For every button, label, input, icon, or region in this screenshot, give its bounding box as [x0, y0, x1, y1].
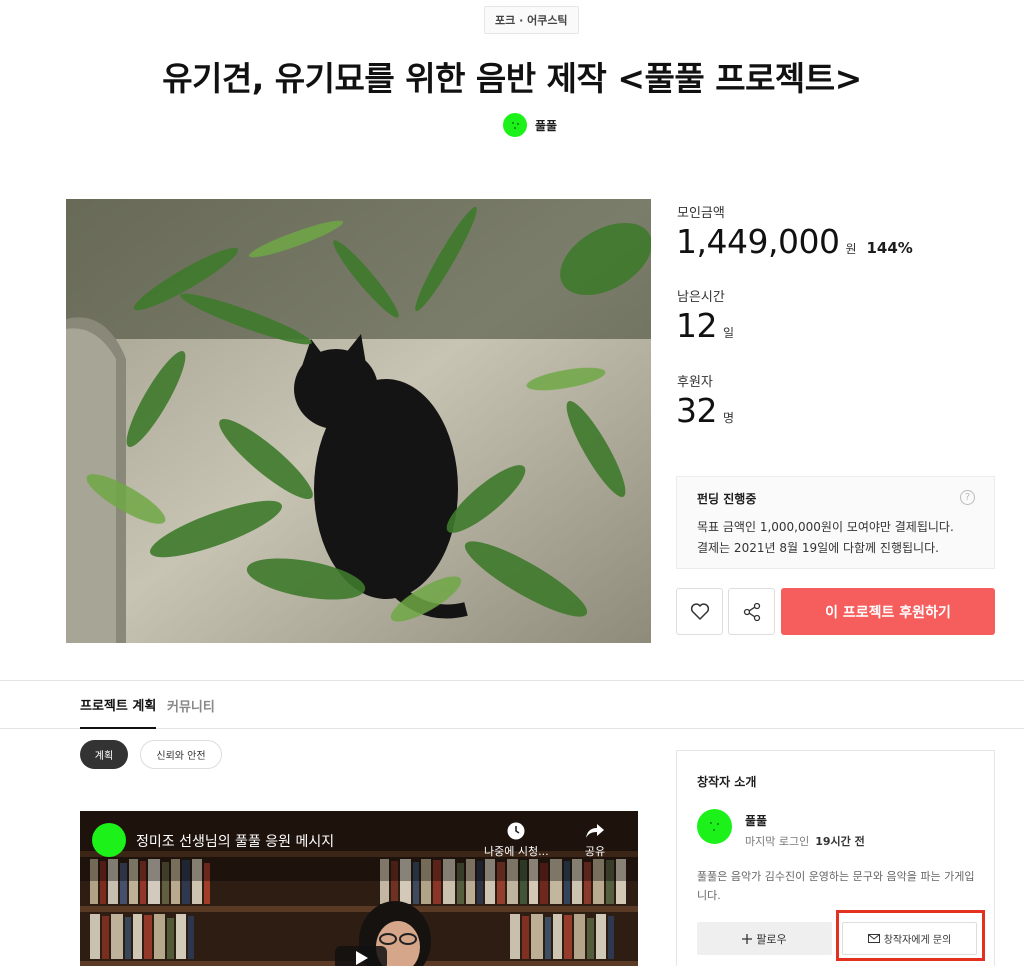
back-project-button[interactable]: 이 프로젝트 후원하기	[781, 588, 995, 635]
raised-label: 모인금액	[677, 206, 725, 221]
last-login-label: 마지막 로그인	[745, 835, 810, 848]
creator-avatar	[503, 113, 527, 137]
help-icon[interactable]: ?	[960, 490, 975, 505]
funding-payment-text: 결제는 2021년 8월 19일에 다함께 진행됩니다.	[697, 541, 939, 555]
share-button[interactable]	[728, 588, 775, 635]
funding-status-heading: 펀딩 진행중	[697, 492, 757, 506]
project-hero-image	[66, 199, 651, 643]
tab-project-plan[interactable]: 프로젝트 계획	[80, 681, 157, 729]
project-tabs: 프로젝트 계획 커뮤니티	[0, 680, 1024, 729]
share-icon	[743, 602, 760, 621]
like-button[interactable]	[676, 588, 723, 635]
creator-card-name[interactable]: 풀풀	[745, 812, 767, 829]
raised-percent: 144%	[866, 239, 913, 257]
heart-icon	[690, 602, 709, 620]
creator-link[interactable]: 풀풀	[503, 113, 557, 137]
backers-count: 32 명	[676, 391, 734, 430]
follow-button[interactable]: 팔로우	[697, 922, 832, 955]
time-left-unit: 일	[723, 326, 735, 340]
video-share-label: 공유	[584, 845, 606, 858]
follow-label: 팔로우	[756, 932, 787, 946]
creator-intro-heading: 창작자 소개	[697, 775, 757, 789]
project-video[interactable]: 정미조 선생님의 풀풀 응원 메시지 나중에 시청... 공유	[80, 811, 638, 966]
share-arrow-icon	[586, 824, 604, 838]
raised-unit: 원	[845, 242, 857, 256]
backers-label: 후원자	[677, 375, 713, 390]
subtab-trust-safety[interactable]: 신뢰와 안전	[140, 740, 222, 769]
tab-community[interactable]: 커뮤니티	[167, 681, 215, 729]
backers-value: 32	[676, 391, 718, 430]
creator-last-login: 마지막 로그인 19시간 전	[745, 833, 865, 849]
creator-card-avatar[interactable]	[697, 809, 732, 844]
subtab-plan[interactable]: 계획	[80, 740, 128, 769]
category-tag[interactable]: 포크 · 어쿠스틱	[484, 6, 579, 34]
creator-name: 풀풀	[535, 118, 558, 133]
clock-icon	[507, 822, 525, 840]
highlight-box	[836, 910, 985, 961]
plus-icon	[742, 933, 753, 944]
raised-amount: 1,449,000 원 144%	[676, 222, 913, 261]
backers-unit: 명	[723, 411, 735, 425]
watch-later-button[interactable]: 나중에 시청...	[484, 821, 549, 859]
video-channel-avatar[interactable]	[92, 823, 126, 857]
watch-later-label: 나중에 시청...	[484, 845, 549, 858]
creator-description: 풀풀은 음악가 김수진이 운영하는 문구와 음악을 파는 가게입니다.	[697, 870, 975, 902]
funding-status-box: 펀딩 진행중 목표 금액인 1,000,000원이 모여야만 결제됩니다. 결제…	[676, 476, 995, 569]
time-left: 12 일	[676, 306, 734, 345]
project-title: 유기견, 유기묘를 위한 음반 제작 <풀풀 프로젝트>	[162, 59, 862, 98]
raised-value: 1,449,000	[676, 222, 840, 261]
video-title[interactable]: 정미조 선생님의 풀풀 응원 메시지	[136, 831, 334, 851]
video-share-button[interactable]: 공유	[584, 821, 606, 859]
time-left-label: 남은시간	[677, 290, 725, 305]
time-left-value: 12	[676, 306, 718, 345]
last-login-value: 19시간 전	[815, 835, 865, 848]
funding-goal-text: 목표 금액인 1,000,000원이 모여야만 결제됩니다.	[697, 520, 954, 534]
